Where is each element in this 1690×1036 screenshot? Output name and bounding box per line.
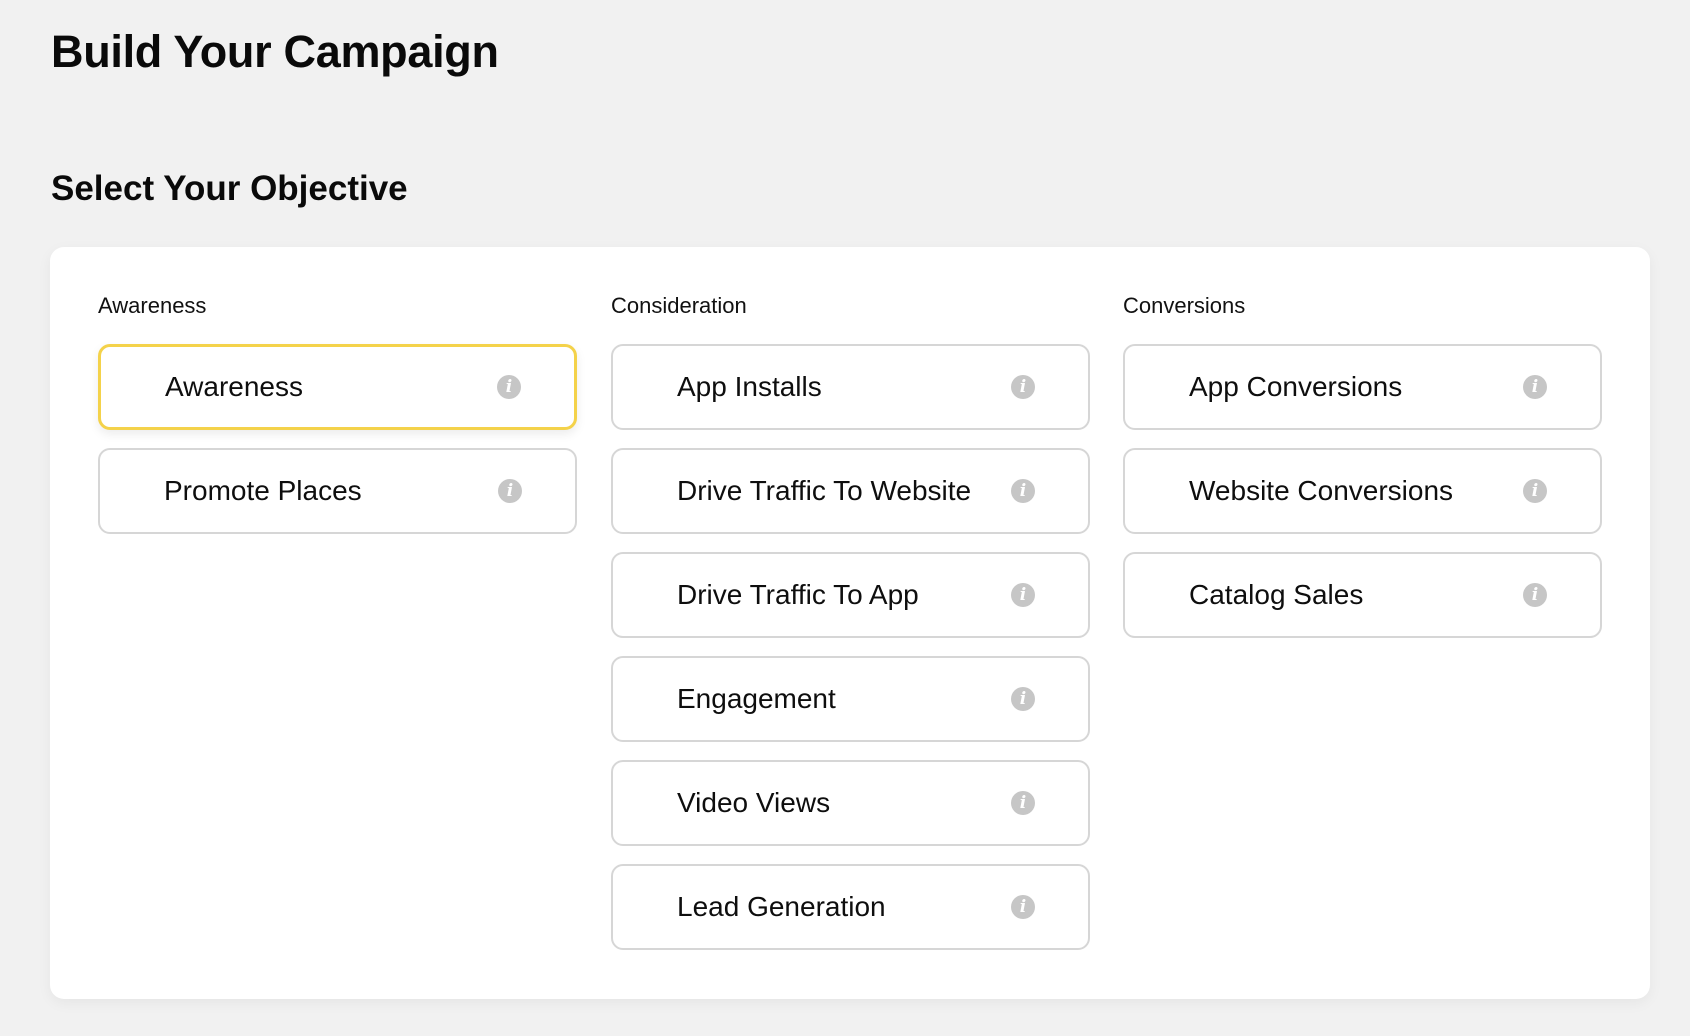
info-icon[interactable]: i — [498, 479, 522, 503]
info-icon[interactable]: i — [1523, 479, 1547, 503]
objective-option-lead-generation[interactable]: Lead Generation i — [611, 864, 1090, 950]
info-glyph: i — [1019, 480, 1027, 501]
column-header-awareness: Awareness — [98, 293, 207, 318]
info-glyph: i — [1019, 688, 1027, 709]
option-label: Lead Generation — [677, 891, 886, 922]
objective-option-drive-traffic-to-app[interactable]: Drive Traffic To App i — [611, 552, 1090, 638]
option-label: Drive Traffic To App — [677, 579, 919, 610]
column-conversions: Conversions App Conversions i Website Co… — [1123, 293, 1602, 656]
option-label: Promote Places — [164, 475, 362, 506]
objective-option-awareness[interactable]: Awareness i — [98, 344, 577, 430]
info-icon[interactable]: i — [1011, 479, 1035, 503]
option-label: Drive Traffic To Website — [677, 475, 972, 506]
objective-option-app-installs[interactable]: App Installs i — [611, 344, 1090, 430]
info-glyph: i — [1531, 584, 1539, 605]
info-icon[interactable]: i — [1523, 375, 1547, 399]
column-awareness: Awareness Awareness i Promote Places i — [98, 293, 577, 552]
info-icon[interactable]: i — [1011, 375, 1035, 399]
info-glyph: i — [506, 480, 514, 501]
option-label: Website Conversions — [1189, 475, 1454, 506]
objective-option-video-views[interactable]: Video Views i — [611, 760, 1090, 846]
objective-option-website-conversions[interactable]: Website Conversions i — [1123, 448, 1602, 534]
info-glyph: i — [1019, 896, 1027, 917]
info-glyph: i — [1531, 376, 1539, 397]
option-label: Catalog Sales — [1189, 579, 1364, 610]
info-icon[interactable]: i — [1011, 895, 1035, 919]
page-title: Build Your Campaign — [51, 26, 499, 77]
info-icon[interactable]: i — [1523, 583, 1547, 607]
objective-option-app-conversions[interactable]: App Conversions i — [1123, 344, 1602, 430]
option-label: App Conversions — [1189, 371, 1403, 402]
column-header-consideration: Consideration — [611, 293, 747, 318]
objective-card: Awareness Awareness i Promote Places i C… — [50, 247, 1650, 999]
section-title: Select Your Objective — [51, 169, 408, 208]
option-label: Video Views — [677, 787, 831, 818]
objective-option-drive-traffic-to-website[interactable]: Drive Traffic To Website i — [611, 448, 1090, 534]
info-icon[interactable]: i — [1011, 687, 1035, 711]
info-glyph: i — [1019, 376, 1027, 397]
info-icon[interactable]: i — [497, 375, 521, 399]
info-icon[interactable]: i — [1011, 583, 1035, 607]
info-glyph: i — [1019, 584, 1027, 605]
info-glyph: i — [1019, 792, 1027, 813]
info-glyph: i — [505, 376, 513, 397]
info-glyph: i — [1531, 480, 1539, 501]
info-icon[interactable]: i — [1011, 791, 1035, 815]
option-label: Awareness — [165, 371, 304, 402]
column-header-conversions: Conversions — [1123, 293, 1246, 318]
option-label: App Installs — [677, 371, 822, 402]
objective-option-promote-places[interactable]: Promote Places i — [98, 448, 577, 534]
objective-option-catalog-sales[interactable]: Catalog Sales i — [1123, 552, 1602, 638]
column-consideration: Consideration App Installs i Drive Traff… — [611, 293, 1090, 968]
objective-option-engagement[interactable]: Engagement i — [611, 656, 1090, 742]
option-label: Engagement — [677, 683, 836, 714]
